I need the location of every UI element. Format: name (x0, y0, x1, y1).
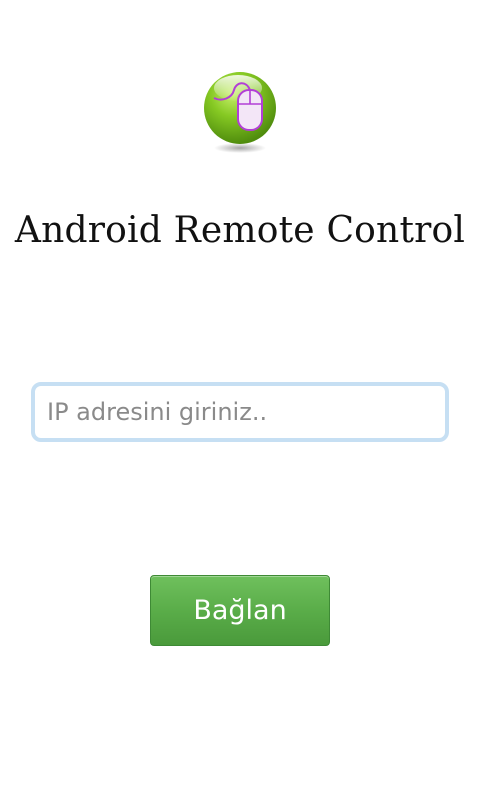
connect-button[interactable]: Bağlan (150, 575, 330, 646)
connect-button-label: Bağlan (193, 595, 287, 626)
mouse-logo-icon (200, 68, 280, 154)
app-title: Android Remote Control (14, 210, 466, 251)
ip-address-input[interactable] (31, 382, 449, 442)
